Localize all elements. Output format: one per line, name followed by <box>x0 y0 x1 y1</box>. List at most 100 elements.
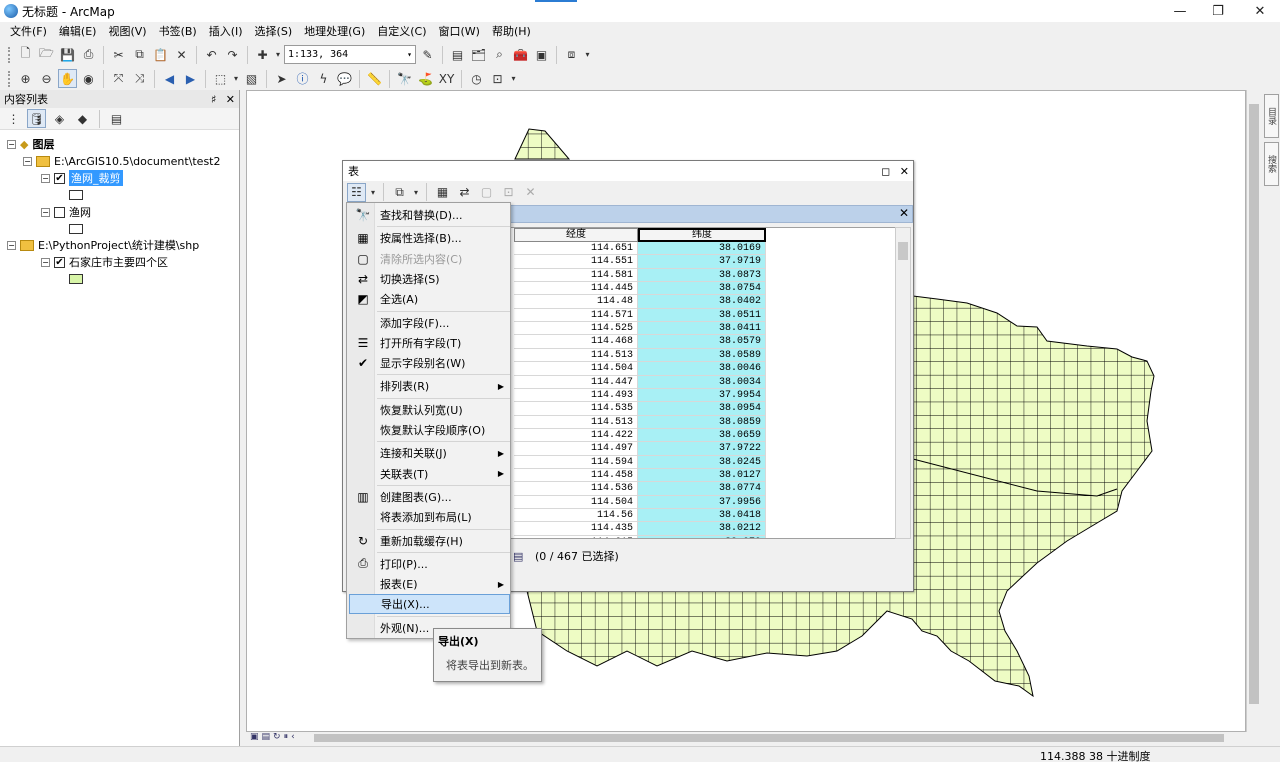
delete-icon[interactable]: ✕ <box>172 45 191 64</box>
search-window-icon[interactable]: ⌕ <box>490 45 509 64</box>
toolbar-grip[interactable] <box>8 46 14 63</box>
tab-close-icon[interactable]: ✕ <box>899 206 909 220</box>
menu-insert[interactable]: 插入(I) <box>203 22 249 42</box>
tree-group-test2[interactable]: − E:\ArcGIS10.5\document\test2 <box>23 153 221 169</box>
time-slider-icon[interactable]: ◷ <box>467 69 486 88</box>
back-arrow-icon[interactable]: ◀ <box>160 69 179 88</box>
collapse-icon[interactable]: − <box>41 207 50 217</box>
cell-lon[interactable]: 114.615 <box>514 535 638 538</box>
cell-lat[interactable]: 38.0754 <box>638 282 766 296</box>
save-icon[interactable]: 💾 <box>58 45 77 64</box>
menu-item[interactable]: 导出(X)... <box>349 594 510 615</box>
cut-icon[interactable]: ✂ <box>109 45 128 64</box>
cell-lon[interactable]: 114.48 <box>514 295 638 309</box>
cell-lon[interactable]: 114.497 <box>514 442 638 456</box>
cell-lat[interactable]: 38.0127 <box>638 468 766 483</box>
cell-lat[interactable]: 38.0659 <box>638 428 766 443</box>
cell-lon[interactable]: 114.493 <box>514 388 638 403</box>
editor-toolbar-icon[interactable]: ✎ <box>418 45 437 64</box>
menu-item[interactable]: 连接和关联(J) ▶ <box>349 443 510 463</box>
cell-lon[interactable]: 114.571 <box>514 308 638 323</box>
symbol-swatch[interactable] <box>69 224 83 234</box>
collapse-icon[interactable]: − <box>7 139 16 149</box>
cell-lat[interactable]: 38.0511 <box>638 308 766 323</box>
layer-name[interactable]: 渔网_裁剪 <box>69 170 123 186</box>
menu-item[interactable]: 关联表(T) ▶ <box>349 464 510 484</box>
clear-selection-icon[interactable]: ▢ <box>477 183 496 202</box>
collapse-icon[interactable]: − <box>41 257 50 267</box>
undo-icon[interactable]: ↶ <box>202 45 221 64</box>
toolbar-grip[interactable] <box>8 70 14 87</box>
print-icon[interactable]: ⎙ <box>79 45 98 64</box>
menu-selection[interactable]: 选择(S) <box>249 22 299 42</box>
switch-selection-icon[interactable]: ⇄ <box>455 183 474 202</box>
cell-lat[interactable]: 38.0774 <box>638 482 766 496</box>
list-by-drawing-order-icon[interactable]: ⋮ <box>4 109 23 128</box>
cell-lat[interactable]: 37.9956 <box>638 495 766 510</box>
column-header-lat[interactable]: 纬度 <box>638 228 766 242</box>
tree-root[interactable]: − ◆ 图层 <box>7 136 54 152</box>
menu-help[interactable]: 帮助(H) <box>486 22 537 42</box>
toc-options-icon[interactable]: ▤ <box>107 109 126 128</box>
cell-lat[interactable]: 38.0873 <box>638 268 766 283</box>
scroll-thumb[interactable] <box>1249 104 1259 704</box>
table-options-dropdown-icon[interactable]: ▾ <box>369 183 377 202</box>
fixed-zoom-in-icon[interactable]: ⤧ <box>109 69 128 88</box>
forward-arrow-icon[interactable]: ▶ <box>181 69 200 88</box>
menu-item[interactable]: ✔ 显示字段别名(W) <box>349 353 510 373</box>
select-features-icon[interactable]: ⬚ <box>211 69 230 88</box>
cell-lat[interactable]: 38.0245 <box>638 455 766 469</box>
cell-lon[interactable]: 114.447 <box>514 375 638 389</box>
related-dropdown-icon[interactable]: ▾ <box>412 183 420 202</box>
add-data-dropdown-icon[interactable]: ▾ <box>274 45 282 64</box>
cell-lon[interactable]: 114.594 <box>514 455 638 469</box>
menu-item[interactable]: ◩ 全选(A) <box>349 289 510 309</box>
full-extent-globe-icon[interactable]: ◉ <box>79 69 98 88</box>
layer-visibility-checkbox[interactable] <box>54 206 65 218</box>
layer-visibility-checkbox[interactable]: ✔ <box>54 256 65 268</box>
table-options-icon[interactable]: ☷ <box>347 182 366 202</box>
layer-fishnet-clip[interactable]: − ✔ 渔网_裁剪 <box>41 170 123 186</box>
table-of-contents-icon[interactable]: ▤ <box>448 45 467 64</box>
menu-item[interactable]: ▥ 创建图表(G)... <box>349 487 510 507</box>
list-by-visibility-icon[interactable]: ◈ <box>50 109 69 128</box>
add-data-icon[interactable]: ✚ <box>253 45 272 64</box>
scroll-thumb[interactable] <box>314 734 1224 742</box>
cell-lat[interactable]: 38.0034 <box>638 375 766 389</box>
cell-lat[interactable]: 38.0402 <box>638 295 766 309</box>
refresh-view-icon[interactable]: ↻ <box>273 732 281 742</box>
zoom-in-icon[interactable]: ⊕ <box>16 69 35 88</box>
cell-lon[interactable]: 114.468 <box>514 335 638 349</box>
layer-name[interactable]: 渔网 <box>69 204 91 220</box>
arctoolbox-icon[interactable]: 🧰 <box>511 45 530 64</box>
layout-view-icon[interactable]: ▤ <box>262 732 271 742</box>
cell-lat[interactable]: 38.0418 <box>638 509 766 523</box>
cell-lon[interactable]: 114.458 <box>514 468 638 483</box>
map-vertical-scrollbar[interactable] <box>1246 90 1260 732</box>
list-by-selection-icon[interactable]: ◆ <box>73 109 92 128</box>
cell-lon[interactable]: 114.536 <box>514 482 638 496</box>
pin-icon[interactable]: ♯ <box>211 93 216 106</box>
close-button[interactable]: ✕ <box>1240 0 1280 22</box>
menu-edit[interactable]: 编辑(E) <box>53 22 103 42</box>
copy-icon[interactable]: ⧉ <box>130 45 149 64</box>
menu-view[interactable]: 视图(V) <box>102 22 152 42</box>
menu-file[interactable]: 文件(F) <box>4 22 53 42</box>
create-viewer-window-icon[interactable]: ⊡ <box>488 69 507 88</box>
symbol-swatch[interactable] <box>69 274 83 284</box>
minimize-button[interactable]: — <box>1160 0 1200 22</box>
find-route-icon[interactable]: ⛳ <box>416 69 435 88</box>
search-tab[interactable]: 搜索 <box>1264 142 1279 186</box>
html-popup-icon[interactable]: 💬 <box>335 69 354 88</box>
menu-geoprocessing[interactable]: 地理处理(G) <box>298 22 371 42</box>
map-horizontal-scrollbar[interactable] <box>300 732 1246 744</box>
related-tables-icon[interactable]: ⧉ <box>390 183 409 202</box>
select-elements-arrow-icon[interactable]: ➤ <box>272 69 291 88</box>
menu-bookmarks[interactable]: 书签(B) <box>153 22 203 42</box>
cell-lat[interactable]: 37.9722 <box>638 442 766 456</box>
cell-lon[interactable]: 114.445 <box>514 282 638 296</box>
tree-group-shp[interactable]: − E:\PythonProject\统计建模\shp <box>7 237 199 253</box>
find-binoculars-icon[interactable]: 🔭 <box>395 69 414 88</box>
identify-info-icon[interactable]: ⓘ <box>293 69 312 88</box>
python-window-icon[interactable]: ▣ <box>532 45 551 64</box>
